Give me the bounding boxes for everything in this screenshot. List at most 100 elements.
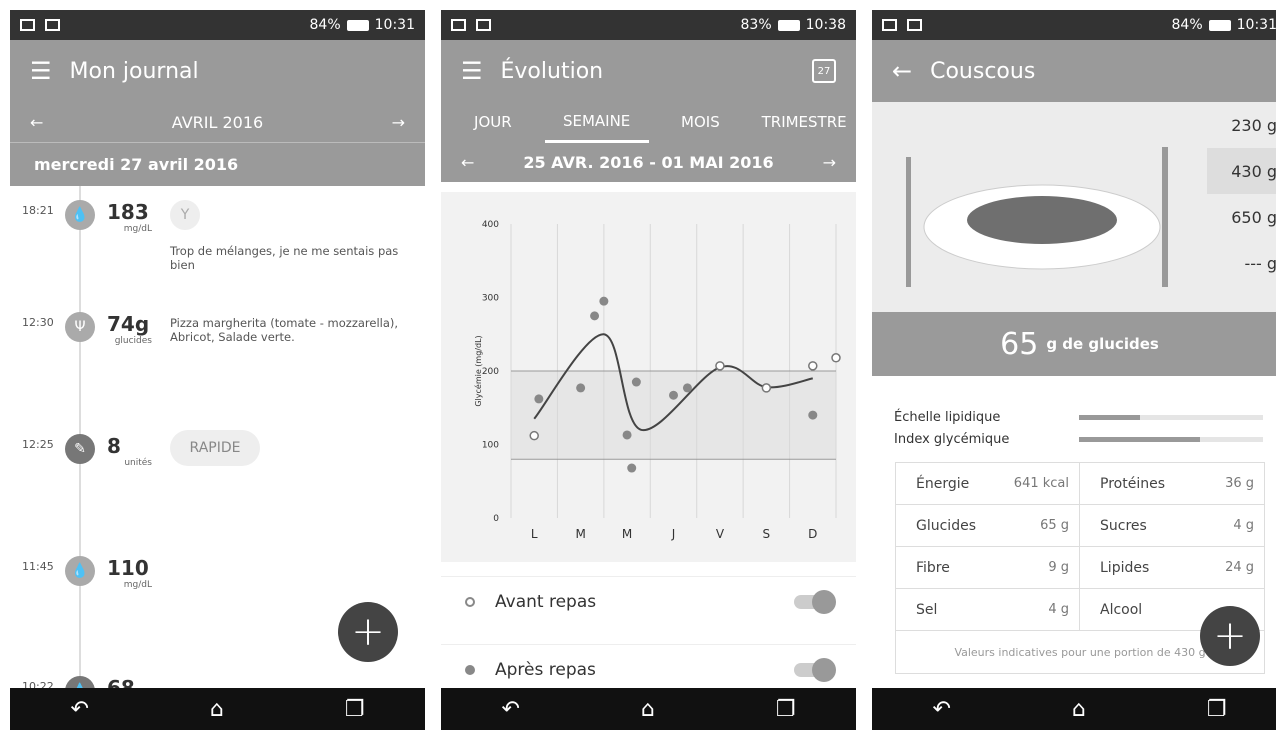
after-meal-point <box>622 430 632 440</box>
x-tick-label: M <box>575 527 585 541</box>
home-icon[interactable]: ⌂ <box>210 697 224 722</box>
knife-icon <box>1162 147 1168 287</box>
portion-option-custom[interactable]: --- g <box>1207 240 1276 286</box>
home-icon[interactable]: ⌂ <box>641 697 655 722</box>
portion-option[interactable]: 650 g <box>1207 194 1276 240</box>
entry-note: Pizza margherita (tomate - mozzarella), … <box>170 316 399 345</box>
portion-selector: 230 g 430 g 650 g --- g <box>1207 102 1276 286</box>
tab-mois[interactable]: MOIS <box>649 103 753 141</box>
battery-icon <box>346 19 369 31</box>
add-food-button[interactable]: + <box>1200 606 1260 666</box>
nutrient-name: Sucres <box>1100 517 1147 534</box>
entry-value: 8 <box>107 434 121 458</box>
x-tick-label: J <box>671 527 676 541</box>
fork-knife-icon: Ψ <box>65 312 95 342</box>
glucose-chart-svg: 0 100 200 300 400 Glycémie (mg/dL) L M M J V S D <box>473 220 841 541</box>
page-title: Évolution <box>500 58 604 84</box>
status-bar: 84% 10:31 <box>10 10 425 40</box>
fork-icon <box>906 157 911 287</box>
nutrient-value: 36 g <box>1225 476 1254 491</box>
mail-icon <box>476 19 491 31</box>
evolution-screen: 83% 10:38 ☰ Évolution 27 JOUR SEMAINE MOI… <box>441 10 856 730</box>
back-icon[interactable]: ↶ <box>501 697 519 722</box>
day-header: mercredi 27 avril 2016 <box>10 142 425 186</box>
entry-value: 74g <box>107 312 150 336</box>
entry-time: 18:21 <box>22 204 54 217</box>
date-range-nav: ← 25 AVR. 2016 - 01 MAI 2016 → <box>441 142 856 182</box>
image-icon <box>45 19 60 31</box>
nutrient-value: 4 g <box>1233 518 1254 533</box>
nutrient-name: Glucides <box>916 517 976 534</box>
system-nav-bar: ↶ ⌂ ❐ <box>441 688 856 730</box>
tab-trimestre[interactable]: TRIMESTRE <box>752 103 856 141</box>
prev-month-button[interactable]: ← <box>30 113 43 132</box>
app-bar: ☰ Évolution 27 <box>441 40 856 102</box>
portion-option-selected[interactable]: 430 g <box>1207 148 1276 194</box>
x-tick-label: D <box>808 527 817 541</box>
entry-time: 11:45 <box>22 560 54 573</box>
before-meal-point <box>529 430 539 441</box>
prev-range-button[interactable]: ← <box>461 153 474 172</box>
after-meal-toggle[interactable] <box>794 657 836 682</box>
mail-icon <box>20 19 35 31</box>
system-nav-bar: ↶ ⌂ ❐ <box>10 688 425 730</box>
menu-icon[interactable]: ☰ <box>30 57 52 85</box>
battery-icon <box>1208 19 1231 31</box>
before-meal-toggle[interactable] <box>794 589 836 614</box>
next-month-button[interactable]: → <box>392 113 405 132</box>
battery-percent: 83% <box>740 17 772 33</box>
entry-unit: unités <box>124 458 152 468</box>
legend-label: Avant repas <box>495 591 597 612</box>
back-icon[interactable]: ↶ <box>70 697 88 722</box>
nutrient-value: 9 g <box>1048 560 1069 575</box>
lipid-scale-label: Échelle lipidique <box>894 410 1001 425</box>
app-bar: ☰ Mon journal <box>10 40 425 102</box>
nutrient-value: 24 g <box>1225 560 1254 575</box>
filled-dot-icon <box>465 664 475 675</box>
back-icon[interactable]: ↶ <box>932 697 950 722</box>
legend-after-meal: Après repas <box>441 644 856 694</box>
after-meal-point <box>669 390 678 400</box>
tab-semaine[interactable]: SEMAINE <box>544 102 649 143</box>
home-icon[interactable]: ⌂ <box>1072 697 1086 722</box>
glycemic-index-label: Index glycémique <box>894 432 1010 447</box>
after-meal-point <box>590 311 600 321</box>
after-meal-point <box>534 394 544 404</box>
carbs-label: g de glucides <box>1046 335 1159 353</box>
lipid-scale-bar <box>1079 415 1263 420</box>
portion-option[interactable]: 230 g <box>1207 102 1276 148</box>
nutrient-value: 641 kcal <box>1013 476 1069 491</box>
battery-icon <box>777 19 800 31</box>
mail-icon <box>907 19 922 31</box>
table-row: Énergie 641 kcal Protéines 36 g <box>896 463 1264 505</box>
add-entry-button[interactable]: + <box>338 602 398 662</box>
back-arrow-icon[interactable]: ← <box>892 57 912 85</box>
clock: 10:31 <box>374 17 415 33</box>
entry-unit: mg/dL <box>123 580 152 590</box>
glycemic-index-bar <box>1079 437 1263 442</box>
tab-jour[interactable]: JOUR <box>441 103 545 141</box>
insulin-type-tag[interactable]: RAPIDE <box>170 430 260 466</box>
after-meal-point <box>576 383 586 393</box>
x-tick-label: S <box>763 527 771 541</box>
next-range-button[interactable]: → <box>823 153 836 172</box>
food-detail-screen: 84% 10:31 ← Couscous 230 g 430 g 650 g --… <box>872 10 1276 730</box>
y-tick-label: 0 <box>493 514 499 524</box>
x-tick-label: M <box>622 527 632 541</box>
menu-icon[interactable]: ☰ <box>461 57 483 85</box>
calendar-icon[interactable]: 27 <box>812 59 836 83</box>
clock: 10:38 <box>805 17 846 33</box>
image-icon <box>882 19 897 31</box>
after-meal-point <box>599 296 609 306</box>
recents-icon[interactable]: ❐ <box>345 697 365 722</box>
y-tick-label: 100 <box>482 441 499 451</box>
page-title: Mon journal <box>69 58 199 84</box>
entry-time: 12:30 <box>22 316 54 329</box>
legend-label: Après repas <box>495 659 596 680</box>
table-row: Glucides 65 g Sucres 4 g <box>896 505 1264 547</box>
recents-icon[interactable]: ❐ <box>776 697 796 722</box>
battery-percent: 84% <box>309 17 341 33</box>
period-tabs: JOUR SEMAINE MOIS TRIMESTRE <box>441 102 856 143</box>
recents-icon[interactable]: ❐ <box>1207 697 1227 722</box>
cocktail-icon: Y <box>170 200 200 230</box>
